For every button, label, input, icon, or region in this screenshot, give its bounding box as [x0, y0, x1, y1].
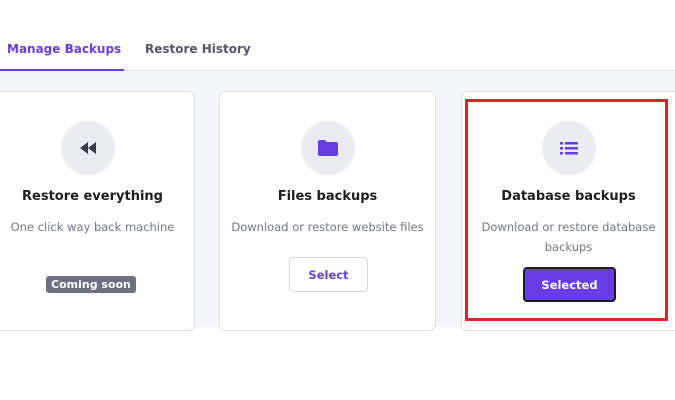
- card-description: Download or restore website files: [231, 220, 424, 234]
- list-icon: [542, 121, 596, 175]
- folder-icon: [301, 121, 355, 175]
- card-title: Files backups: [277, 189, 378, 204]
- backup-options-area: Restore everything One click way back ma…: [0, 71, 675, 331]
- restore-everything-card: Restore everything One click way back ma…: [0, 91, 195, 331]
- rewind-icon: [61, 121, 115, 175]
- tab-manage-backups[interactable]: Manage Backups: [7, 42, 121, 56]
- files-backups-card[interactable]: Files backups Download or restore websit…: [219, 91, 436, 331]
- tab-restore-history[interactable]: Restore History: [145, 42, 251, 56]
- select-button[interactable]: Select: [289, 257, 368, 292]
- card-title: Restore everything: [22, 189, 163, 204]
- database-backups-card[interactable]: Database backups Download or restore dat…: [461, 91, 675, 331]
- coming-soon-badge: Coming soon: [46, 276, 136, 293]
- card-title: Database backups: [501, 189, 636, 204]
- selected-button[interactable]: Selected: [523, 267, 616, 302]
- card-description: One click way back machine: [10, 220, 175, 234]
- tab-bar: Manage Backups Restore History: [0, 0, 675, 71]
- card-description: Download or restore database backups: [481, 220, 656, 254]
